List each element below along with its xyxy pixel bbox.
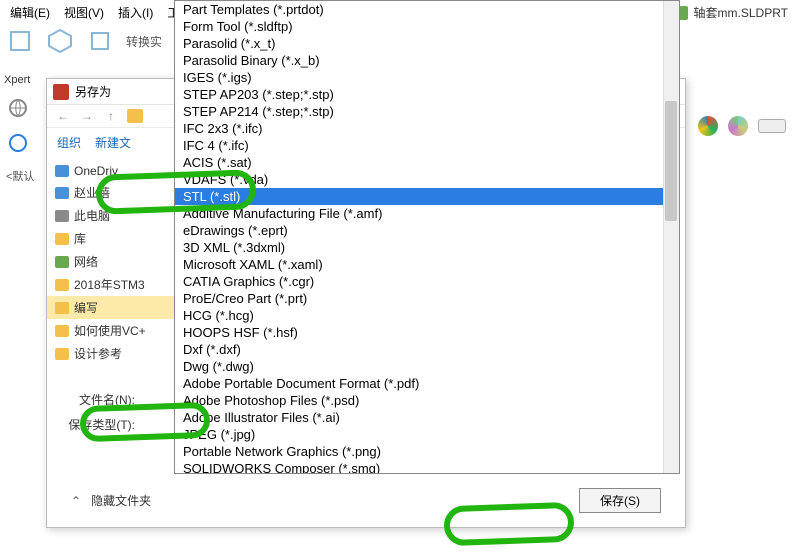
file-type-option[interactable]: Form Tool (*.sldftp) [175,18,679,35]
folder-icon [55,348,69,360]
file-type-option[interactable]: VDAFS (*.vda) [175,171,679,188]
tree-label: 设计参考 [74,345,122,362]
tree-label: 网络 [74,253,98,270]
tree-stm-folder[interactable]: 2018年STM3 [47,273,174,296]
menu-insert[interactable]: 插入(I) [112,2,159,23]
organize-menu[interactable]: 组织 [57,134,81,151]
document-name: 轴套mm.SLDPRT [694,4,788,21]
file-type-option[interactable]: Parasolid Binary (*.x_b) [175,52,679,69]
chevron-up-icon[interactable]: ⌃ [71,494,81,508]
convert-label: 转换实 [126,33,162,50]
tree-label: 库 [74,230,86,247]
file-type-option[interactable]: Adobe Portable Document Format (*.pdf) [175,375,679,392]
tree-label: 2018年STM3 [74,276,145,293]
tree-label: 编写 [74,299,98,316]
cloud-icon [55,165,69,177]
file-type-option[interactable]: STEP AP203 (*.step;*.stp) [175,86,679,103]
file-type-option[interactable]: 3D XML (*.3dxml) [175,239,679,256]
file-type-option[interactable]: SOLIDWORKS Composer (*.smg) [175,460,679,474]
scene-icon[interactable] [728,116,748,136]
user-icon [55,187,69,199]
file-type-option[interactable]: HCG (*.hcg) [175,307,679,324]
file-type-option[interactable]: CATIA Graphics (*.cgr) [175,273,679,290]
tree-label: 此电脑 [74,207,110,224]
file-type-option[interactable]: IGES (*.igs) [175,69,679,86]
nav-forward-icon[interactable]: → [79,109,95,123]
file-type-option[interactable]: Additive Manufacturing File (*.amf) [175,205,679,222]
menu-view[interactable]: 视图(V) [58,2,110,23]
orientation-icon[interactable] [8,133,36,156]
tree-user[interactable]: 赵业蓓 [47,181,174,204]
convert-entities-icon[interactable] [86,27,114,55]
feature-manager-panel: Xpert <默认 [0,68,44,190]
save-button[interactable]: 保存(S) [579,488,661,513]
file-type-option[interactable]: eDrawings (*.eprt) [175,222,679,239]
file-type-option[interactable]: HOOPS HSF (*.hsf) [175,324,679,341]
folder-icon [55,325,69,337]
file-type-option[interactable]: IFC 2x3 (*.ifc) [175,120,679,137]
network-icon [55,256,69,268]
folder-icon [55,302,69,314]
file-type-option[interactable]: Parasolid (*.x_t) [175,35,679,52]
savetype-label: 保存类型(T): [55,416,135,433]
file-type-option[interactable]: Portable Network Graphics (*.png) [175,443,679,460]
tree-label: 如何使用VC+ [74,322,146,339]
folder-icon [55,279,69,291]
file-type-option[interactable]: Dxf (*.dxf) [175,341,679,358]
cube-icon[interactable] [46,27,74,55]
file-type-option[interactable]: Microsoft XAML (*.xaml) [175,256,679,273]
display-panel-icon[interactable] [758,119,786,133]
file-type-option[interactable]: ProE/Creo Part (*.prt) [175,290,679,307]
tree-label: 赵业蓓 [74,184,110,201]
appearance-icon[interactable] [698,116,718,136]
folder-tree: OneDriv 赵业蓓 此电脑 库 网络 2018年STM3 编写 如何使用VC… [47,157,175,387]
solidworks-icon [53,84,69,100]
menu-edit[interactable]: 编辑(E) [4,2,56,23]
file-type-option[interactable]: Part Templates (*.prtdot) [175,1,679,18]
tree-vc-folder[interactable]: 如何使用VC+ [47,319,174,342]
library-icon [55,233,69,245]
tree-write-folder[interactable]: 编写 [47,296,174,319]
scrollbar[interactable] [663,1,679,473]
folder-icon [127,109,143,123]
globe-icon[interactable] [8,98,36,121]
file-type-option[interactable]: JPEG (*.jpg) [175,426,679,443]
tree-network[interactable]: 网络 [47,250,174,273]
file-type-option[interactable]: ACIS (*.sat) [175,154,679,171]
hide-folders-link[interactable]: 隐藏文件夹 [91,492,151,509]
pc-icon [55,210,69,222]
tree-design-folder[interactable]: 设计参考 [47,342,174,365]
file-type-option[interactable]: Adobe Illustrator Files (*.ai) [175,409,679,426]
view-toolbar [698,116,786,136]
new-folder-button[interactable]: 新建文 [95,134,131,151]
dialog-title: 另存为 [75,83,111,100]
file-type-option[interactable]: STL (*.stl) [175,188,679,205]
file-type-option[interactable]: IFC 4 (*.ifc) [175,137,679,154]
document-tab[interactable]: 轴套mm.SLDPRT [674,4,788,21]
tree-this-pc[interactable]: 此电脑 [47,204,174,227]
xpert-label: Xpert [0,68,44,92]
save-type-dropdown[interactable]: Part Templates (*.prtdot)Form Tool (*.sl… [174,0,680,474]
tree-onedrive[interactable]: OneDriv [47,161,174,181]
filename-label: 文件名(N): [55,391,135,408]
dialog-footer: ⌃ 隐藏文件夹 保存(S) [47,478,685,527]
config-label: <默认 [0,162,44,190]
file-type-option[interactable]: Adobe Photoshop Files (*.psd) [175,392,679,409]
sketch-icon[interactable] [6,27,34,55]
file-type-option[interactable]: Dwg (*.dwg) [175,358,679,375]
nav-back-icon[interactable]: ← [55,109,71,123]
file-type-option[interactable]: STEP AP214 (*.step;*.stp) [175,103,679,120]
nav-up-icon[interactable]: ↑ [103,109,119,123]
tree-libraries[interactable]: 库 [47,227,174,250]
scrollbar-thumb[interactable] [665,101,677,221]
tree-label: OneDriv [74,164,118,178]
